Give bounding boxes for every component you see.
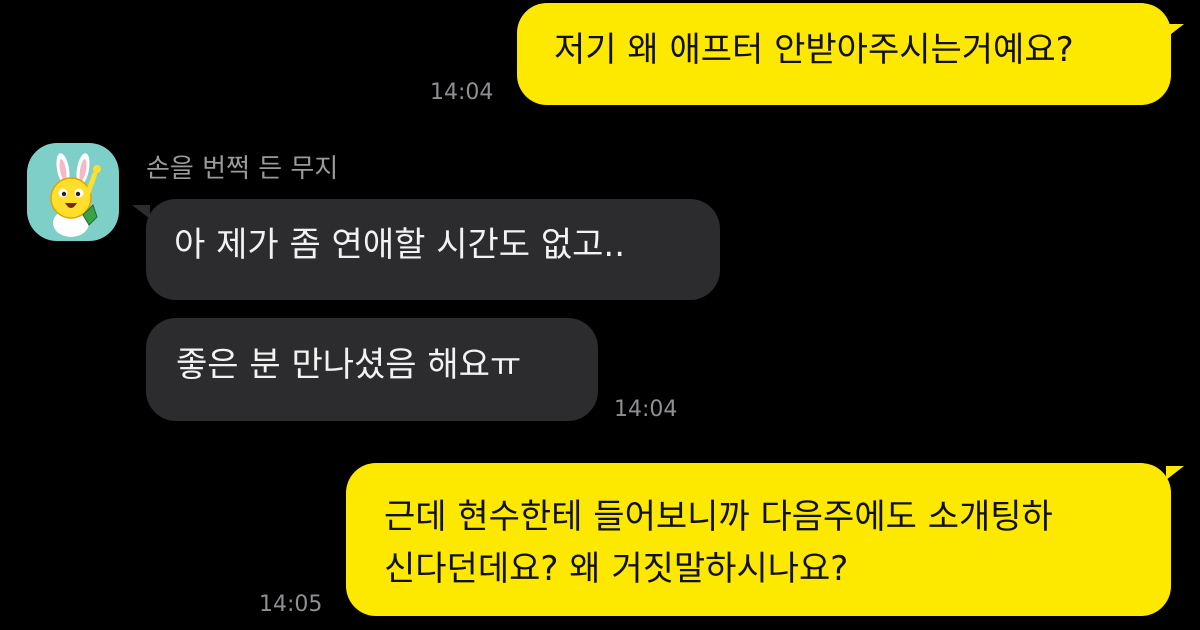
message-text-line: 신다던데요? 왜 거짓말하시나요? bbox=[384, 549, 849, 589]
message-timestamp: 14:04 bbox=[614, 397, 678, 422]
message-text-line: 근데 현수한테 들어보니까 다음주에도 소개팅하 bbox=[384, 497, 1053, 537]
sent-message-bubble-2[interactable]: 근데 현수한테 들어보니까 다음주에도 소개팅하 신다던데요? 왜 거짓말하시나… bbox=[346, 463, 1171, 616]
sent-message-bubble-1[interactable]: 저기 왜 애프터 안받아주시는거예요? bbox=[517, 3, 1171, 105]
message-timestamp: 14:04 bbox=[430, 80, 494, 105]
bubble-tail bbox=[1166, 24, 1184, 38]
message-text: 좋은 분 만나셨음 해요ㅠ bbox=[176, 345, 522, 385]
bubble-tail bbox=[132, 205, 150, 219]
sender-name: 손을 번쩍 든 무지 bbox=[146, 154, 339, 184]
sender-avatar[interactable] bbox=[27, 143, 119, 241]
message-text: 아 제가 좀 연애할 시간도 없고.. bbox=[174, 225, 626, 265]
received-message-bubble-1[interactable]: 아 제가 좀 연애할 시간도 없고.. bbox=[146, 199, 720, 300]
bubble-tail bbox=[1166, 466, 1184, 480]
message-timestamp: 14:05 bbox=[259, 592, 323, 617]
message-text: 저기 왜 애프터 안받아주시는거예요? bbox=[554, 30, 1074, 70]
received-message-bubble-2[interactable]: 좋은 분 만나셨음 해요ㅠ bbox=[146, 318, 598, 421]
muzi-character-icon bbox=[50, 153, 101, 237]
